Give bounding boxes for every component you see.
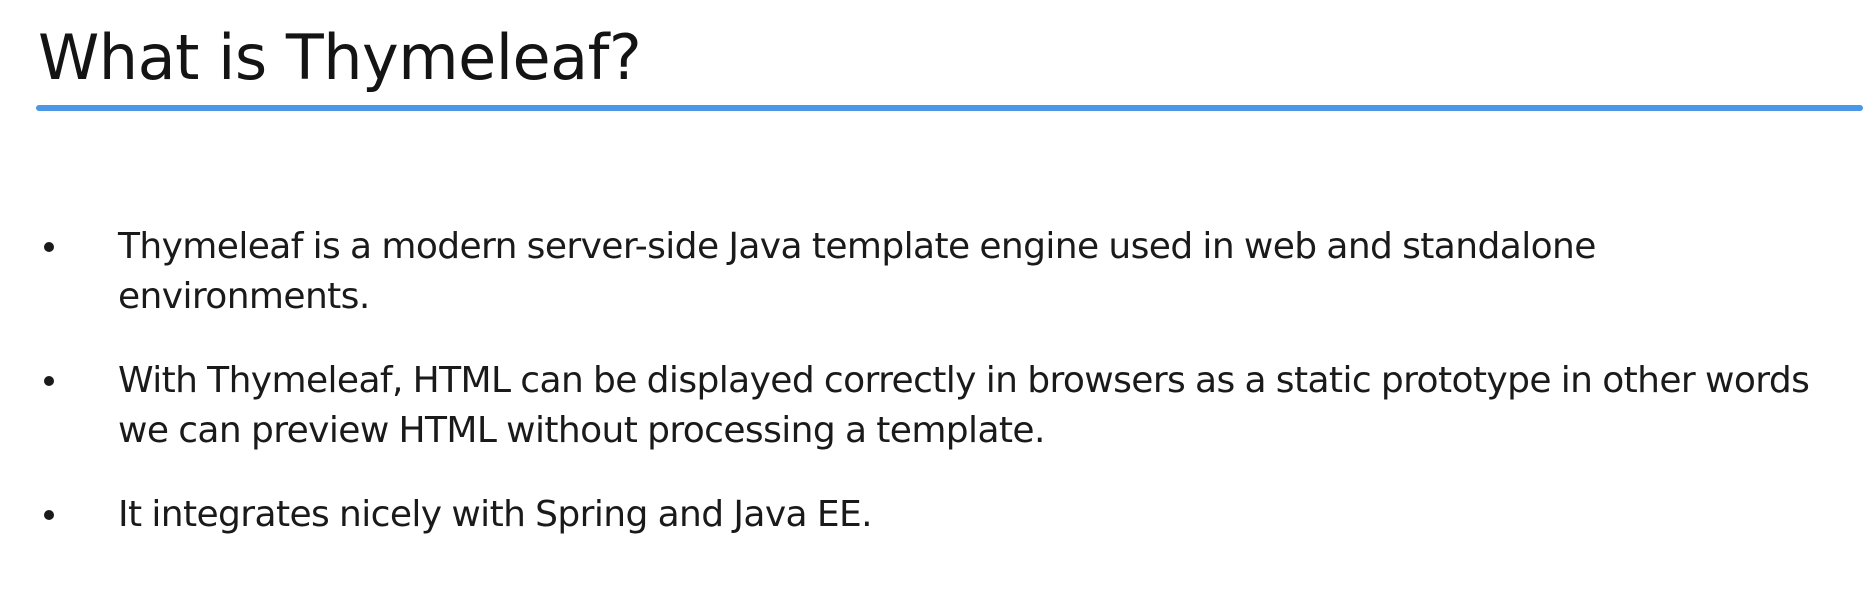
bullet-list: Thymeleaf is a modern server-side Java t… [0,222,1869,574]
bullet-dot-icon [44,242,54,252]
bullet-item-1: Thymeleaf is a modern server-side Java t… [0,222,1869,322]
bullet-item-3: It integrates nicely with Spring and Jav… [0,490,1869,540]
slide-title: What is Thymeleaf? [38,21,642,94]
slide: What is Thymeleaf? Thymeleaf is a modern… [0,0,1869,615]
bullet-item-2: With Thymeleaf, HTML can be displayed co… [0,356,1869,456]
bullet-text-2: With Thymeleaf, HTML can be displayed co… [118,360,1810,451]
bullet-dot-icon [44,376,54,386]
title-underline [36,105,1863,111]
bullet-text-1: Thymeleaf is a modern server-side Java t… [118,226,1596,317]
bullet-text-3: It integrates nicely with Spring and Jav… [118,494,873,535]
bullet-dot-icon [44,510,54,520]
